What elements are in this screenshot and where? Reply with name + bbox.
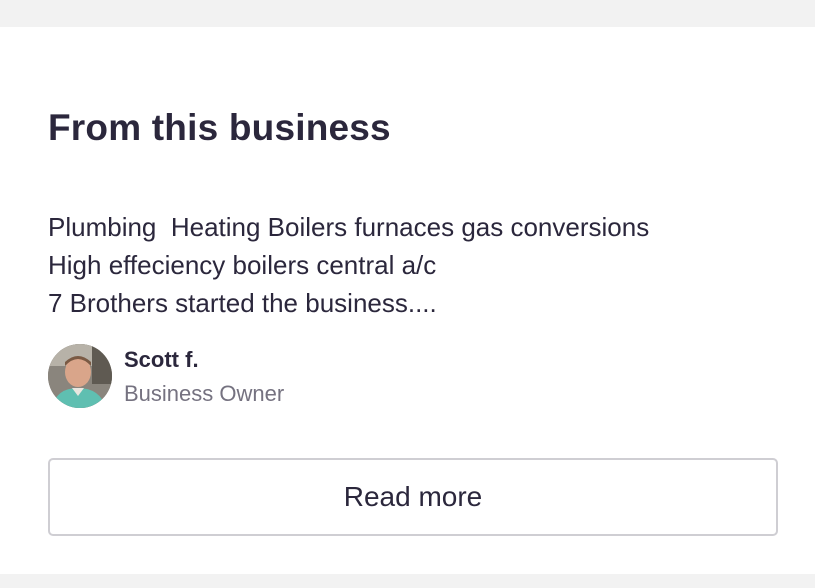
avatar[interactable]: [48, 344, 112, 408]
from-this-business-card: From this business Plumbing Heating Boil…: [0, 27, 815, 574]
owner-role: Business Owner: [124, 381, 285, 406]
business-description: Plumbing Heating Boilers furnaces gas co…: [48, 212, 650, 318]
section-title: From this business: [48, 107, 391, 148]
person-photo-icon: [48, 344, 112, 408]
read-more-button[interactable]: Read more: [48, 458, 778, 536]
owner-name[interactable]: Scott f.: [124, 347, 199, 373]
